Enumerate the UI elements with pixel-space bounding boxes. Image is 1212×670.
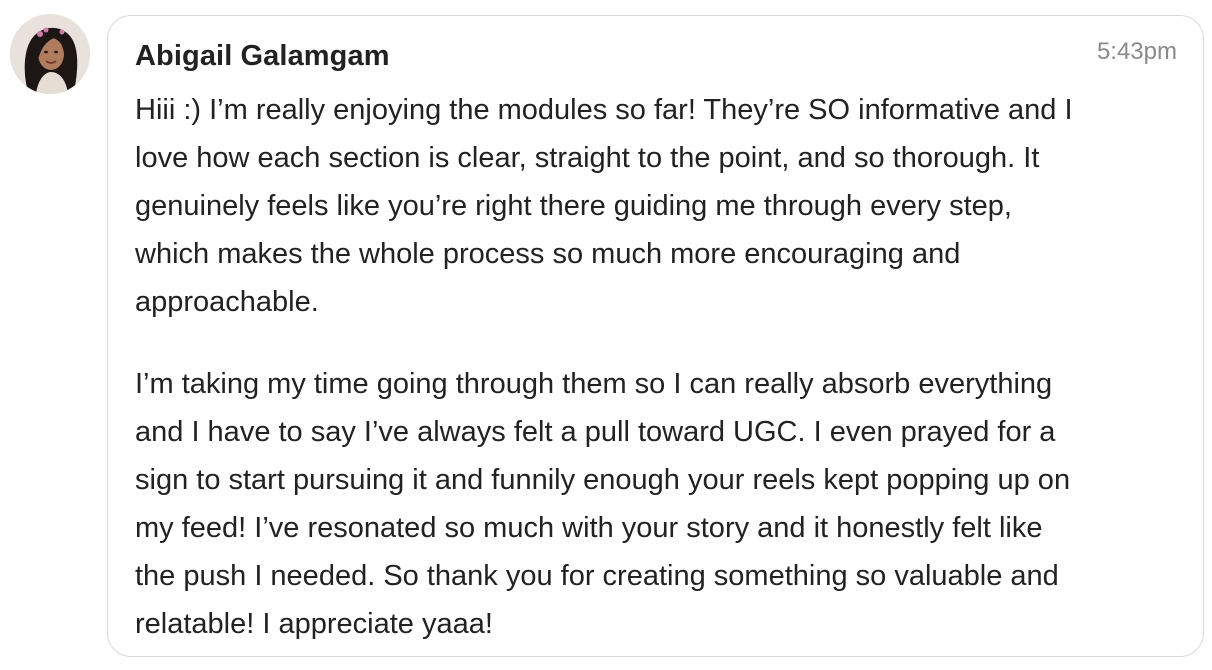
text-line: relatable! I appreciate yaaa! [135, 608, 493, 640]
text-line: the push I needed. So thank you for crea… [135, 560, 1059, 592]
text-line: my feed! I’ve resonated so much with you… [135, 512, 1043, 544]
text-line: sign to start pursuing it and funnily en… [135, 464, 1071, 496]
text-line: approachable. [135, 286, 319, 318]
message-bubble: Abigail Galamgam 5:43pm Hiii :) I’m real… [107, 15, 1204, 657]
message-body: Hiii :) I’m really enjoying the modules … [135, 86, 1185, 648]
author-name[interactable]: Abigail Galamgam [135, 40, 390, 73]
avatar-photo-icon [10, 14, 90, 94]
message-paragraph: I’m taking my time going through them so… [135, 360, 1185, 648]
text-line: I’m taking my time going through them so… [135, 368, 1053, 400]
message-paragraph: Hiii :) I’m really enjoying the modules … [135, 86, 1185, 326]
text-line: love how each section is clear, straight… [135, 142, 1040, 174]
chat-message: Abigail Galamgam 5:43pm Hiii :) I’m real… [0, 0, 1212, 670]
avatar[interactable] [10, 14, 90, 94]
text-line: which makes the whole process so much mo… [135, 238, 961, 270]
text-line: and I have to say I’ve always felt a pul… [135, 416, 1056, 448]
message-timestamp: 5:43pm [1096, 38, 1177, 65]
text-line: Hiii :) I’m really enjoying the modules … [135, 94, 1073, 126]
text-line: genuinely feels like you’re right there … [135, 190, 1012, 222]
